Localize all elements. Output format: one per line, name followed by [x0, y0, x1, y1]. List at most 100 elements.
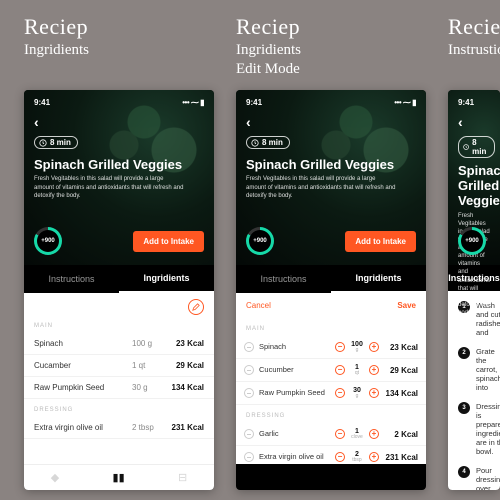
- nav-food-icon[interactable]: ▮▮: [113, 471, 125, 484]
- ingredient-row: Extra virgin olive oil 2 tbsp 231 Kcal: [24, 417, 214, 439]
- remove-button[interactable]: [244, 365, 254, 375]
- quantity-stepper: − 30g +: [335, 387, 379, 399]
- artboard-label-1: Reciep Ingridients: [24, 14, 89, 59]
- step-text: Pour dressing over vegitables, salad is …: [476, 466, 500, 490]
- quantity-value: 30g: [347, 387, 367, 399]
- ingredient-edit-row: Cucumber − 1qt + 29 Kcal: [236, 359, 426, 382]
- calorie-ring: +900: [246, 227, 274, 255]
- decrement-button[interactable]: −: [335, 365, 345, 375]
- ingredient-kcal: 2 Kcal: [384, 430, 418, 439]
- recipe-title: Spinach Grilled Veggies: [458, 164, 490, 209]
- quantity-stepper: − 100g +: [335, 341, 379, 353]
- ingredient-kcal: 23 Kcal: [384, 343, 418, 352]
- artboard-title: Reciep: [448, 14, 500, 40]
- add-to-intake-button[interactable]: Add to Intake: [133, 231, 204, 252]
- phone-instructions: 9:41 ‹ 8 min Spinach Grilled Veggies Fre…: [448, 90, 500, 490]
- remove-button[interactable]: [244, 388, 254, 398]
- status-time: 9:41: [458, 98, 474, 107]
- step-number: 2: [458, 347, 470, 359]
- ingredient-name: Extra virgin olive oil: [259, 453, 330, 461]
- decrement-button[interactable]: −: [335, 388, 345, 398]
- status-bar: 9:41 ••• ⁓ ▮: [34, 96, 204, 108]
- ingredient-name: Spinach: [34, 339, 132, 348]
- artboard-subtitle: Ingridients: [24, 42, 89, 59]
- ingredient-name: Garlic: [259, 430, 330, 438]
- ingredient-amount: 1 qt: [132, 361, 166, 370]
- cook-time-pill: 8 min: [246, 136, 290, 149]
- save-button[interactable]: Save: [397, 301, 416, 310]
- ingredient-amount: 30 g: [132, 383, 166, 392]
- ingredient-name: Spinach: [259, 343, 330, 351]
- instruction-item: 3Dressing is prepared, ingredients are i…: [458, 402, 490, 456]
- ingredients-panel: MAIN Spinach 100 g 23 Kcal Cucamber 1 qt…: [24, 293, 214, 464]
- quantity-value: 1qt: [347, 364, 367, 376]
- increment-button[interactable]: +: [369, 342, 379, 352]
- remove-button[interactable]: [244, 452, 254, 462]
- quantity-value: 1clove: [347, 428, 367, 440]
- decrement-button[interactable]: −: [335, 342, 345, 352]
- quantity-value: 2tbsp: [347, 451, 367, 463]
- hero: 9:41 ••• ⁓ ▮ ‹ 8 min Spinach Grilled Veg…: [24, 90, 214, 265]
- ingredient-kcal: 29 Kcal: [166, 361, 204, 370]
- instructions-panel: 1Wash and cut radishes and 2Grate the ca…: [448, 293, 500, 490]
- ingredient-row: Raw Pumpkin Seed 30 g 134 Kcal: [24, 377, 214, 399]
- decrement-button[interactable]: −: [335, 452, 345, 462]
- back-button[interactable]: ‹: [246, 114, 416, 130]
- calorie-value: +900: [465, 238, 479, 244]
- tab-ingredients[interactable]: Ingridients: [119, 265, 214, 293]
- section-main: MAIN: [236, 318, 426, 336]
- quantity-value: 100g: [347, 341, 367, 353]
- increment-button[interactable]: +: [369, 429, 379, 439]
- back-button[interactable]: ‹: [34, 114, 204, 130]
- tab-instructions[interactable]: Instructions: [236, 265, 331, 293]
- artboard-subtitle-2: Edit Mode: [236, 61, 301, 78]
- step-text: Grate the carrot, spinach into: [476, 347, 500, 392]
- nav-profile-icon[interactable]: ◆: [51, 471, 59, 484]
- tab-ingredients[interactable]: Ingridients: [331, 265, 426, 293]
- cook-time-pill: 8 min: [34, 136, 78, 149]
- increment-button[interactable]: +: [369, 452, 379, 462]
- calorie-ring: +900: [34, 227, 62, 255]
- edit-button[interactable]: [188, 299, 204, 315]
- ingredient-row: Spinach 100 g 23 Kcal: [24, 333, 214, 355]
- remove-button[interactable]: [244, 429, 254, 439]
- status-indicators: ••• ⁓ ▮: [182, 98, 204, 107]
- ingredient-kcal: 231 Kcal: [166, 423, 204, 432]
- section-dressing: DRESSING: [236, 405, 426, 423]
- artboard-title: Reciep: [24, 14, 89, 40]
- ingredient-kcal: 231 Kcal: [384, 453, 418, 462]
- cook-time: 8 min: [262, 138, 283, 147]
- ingredient-row: Cucamber 1 qt 29 Kcal: [24, 355, 214, 377]
- decrement-button[interactable]: −: [335, 429, 345, 439]
- cook-time-pill: 8 min: [458, 136, 495, 158]
- increment-button[interactable]: +: [369, 388, 379, 398]
- phone-ingredients: 9:41 ••• ⁓ ▮ ‹ 8 min Spinach Grilled Veg…: [24, 90, 214, 490]
- status-bar: 9:41: [458, 96, 490, 108]
- cancel-button[interactable]: Cancel: [246, 301, 271, 310]
- artboard-subtitle: Ingridients: [236, 42, 301, 59]
- ingredient-amount: 100 g: [132, 339, 166, 348]
- increment-button[interactable]: +: [369, 365, 379, 375]
- instruction-item: 4Pour dressing over vegitables, salad is…: [458, 466, 490, 490]
- quantity-stepper: − 2tbsp +: [335, 451, 379, 463]
- step-number: 4: [458, 466, 470, 478]
- tabs: Instructions Ingridients: [24, 265, 214, 293]
- artboard-label-2: Reciep Ingridients Edit Mode: [236, 14, 301, 78]
- add-to-intake-button[interactable]: Add to Intake: [345, 231, 416, 252]
- ingredient-kcal: 29 Kcal: [384, 366, 418, 375]
- section-main: MAIN: [24, 315, 214, 333]
- back-button[interactable]: ‹: [458, 114, 490, 130]
- artboard-label-3: Reciep Instrustion: [448, 14, 500, 59]
- step-text: Dressing is prepared, ingredients are in…: [476, 402, 500, 456]
- ingredient-name: Extra virgin olive oil: [34, 423, 132, 432]
- calorie-value: +900: [41, 238, 55, 244]
- recipe-description: Fresh Vegitables in this salad will prov…: [34, 175, 184, 199]
- tab-instructions[interactable]: Instructions: [24, 265, 119, 293]
- remove-button[interactable]: [244, 342, 254, 352]
- ingredients-edit-panel: Cancel Save MAIN Spinach − 100g + 23 Kca…: [236, 293, 426, 464]
- section-dressing: DRESSING: [24, 399, 214, 417]
- status-time: 9:41: [246, 98, 262, 107]
- ingredient-kcal: 134 Kcal: [166, 383, 204, 392]
- instruction-item: 2Grate the carrot, spinach into: [458, 347, 490, 392]
- nav-workout-icon[interactable]: ⊟: [178, 471, 187, 484]
